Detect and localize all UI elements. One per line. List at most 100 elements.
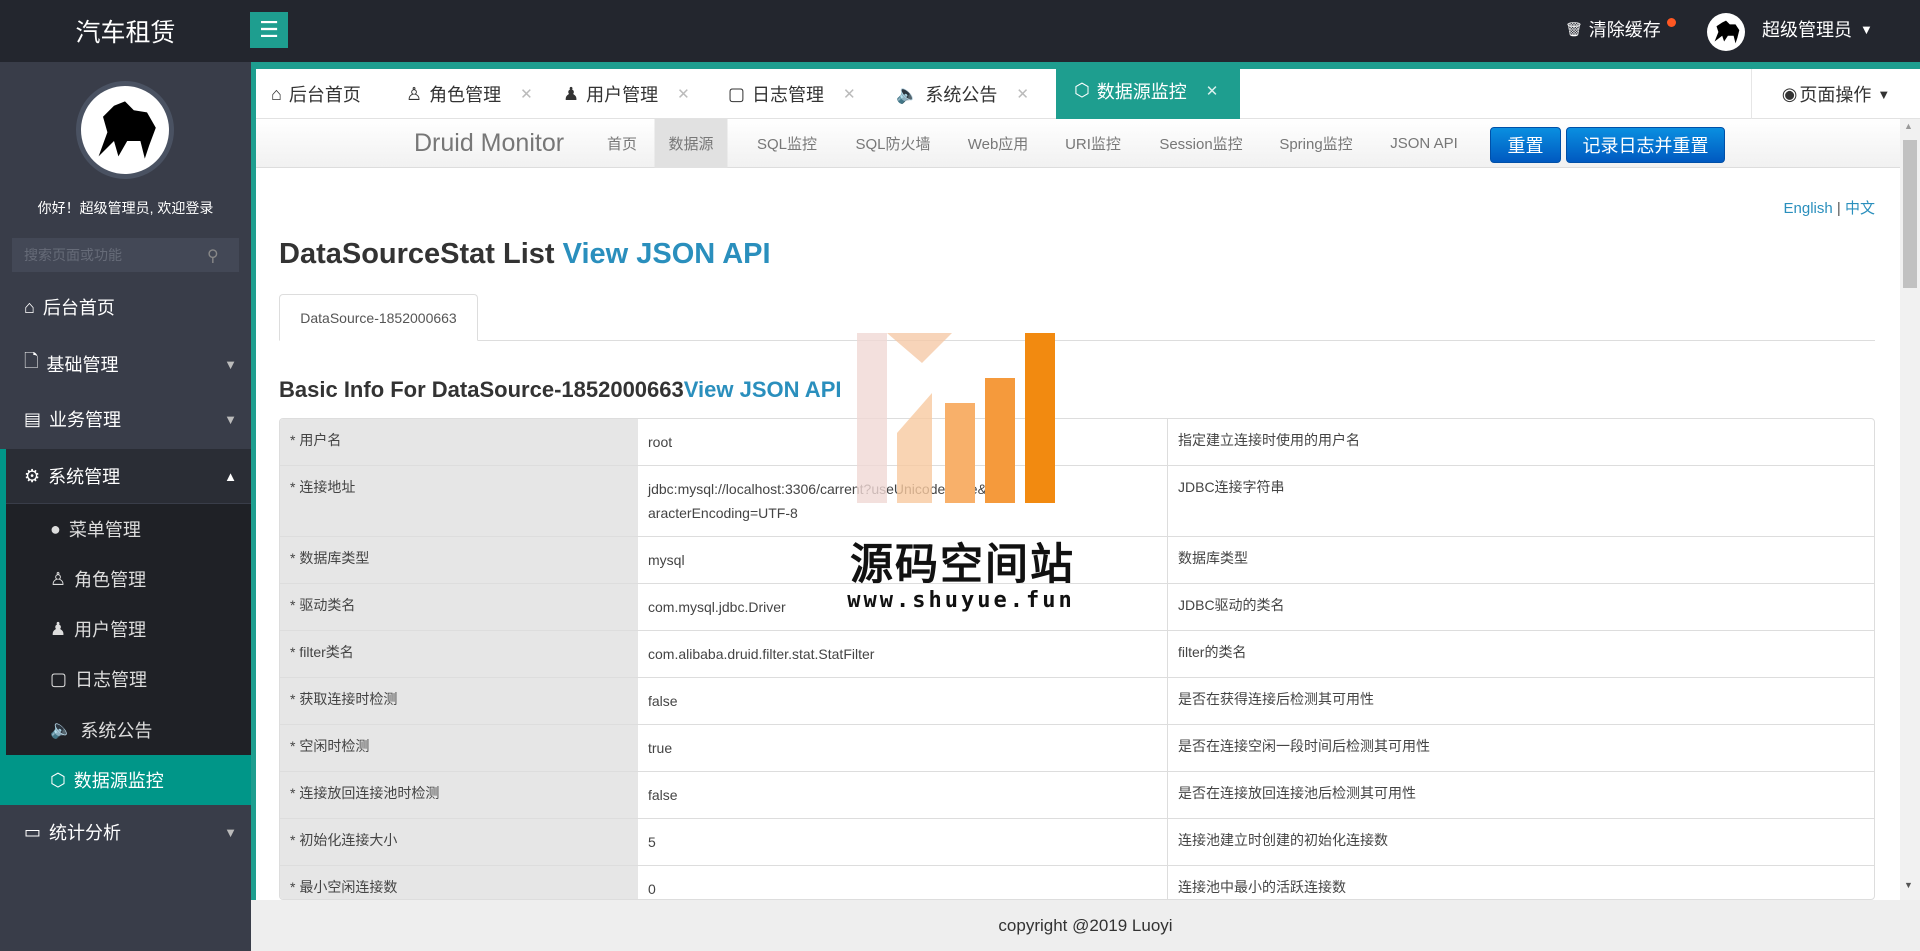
caret-down-icon: ▼ xyxy=(1860,21,1873,37)
sidebar-avatar xyxy=(76,81,174,179)
user-menu[interactable]: 超级管理员 ▼ xyxy=(1762,0,1873,58)
content-frame-border xyxy=(251,119,256,951)
sidebar-item-basic[interactable]: 🗋 基础管理 ▼ xyxy=(0,337,251,391)
druid-nav-uri[interactable]: URI监控 xyxy=(1051,119,1135,168)
close-icon[interactable]: ✕ xyxy=(1206,82,1219,100)
table-row: * 连接放回连接池时检测 false 是否在连接放回连接池后检测其可用性 xyxy=(280,771,1874,818)
caret-down-icon: ▼ xyxy=(224,411,237,427)
row-description: JDBC驱动的类名 xyxy=(1167,584,1874,630)
user-avatar[interactable] xyxy=(1707,13,1745,51)
druid-nav-home[interactable]: 首页 xyxy=(593,119,651,168)
row-description: 是否在连接放回连接池后检测其可用性 xyxy=(1167,772,1874,818)
speaker-icon: 🔈 xyxy=(896,83,919,104)
tab-user[interactable]: ♟ 用户管理 ✕ xyxy=(549,69,714,119)
close-icon[interactable]: ✕ xyxy=(520,85,533,103)
sidebar-subitem-notice[interactable]: 🔈 系统公告 xyxy=(6,704,251,755)
close-icon[interactable]: ✕ xyxy=(843,85,856,103)
reset-button[interactable]: 重置 xyxy=(1490,127,1561,163)
row-value: false xyxy=(648,693,678,709)
heading-text: Basic Info For DataSource-1852000663 xyxy=(279,377,684,402)
user-icon: ♙ xyxy=(50,568,67,589)
sidebar-item-label: 系统公告 xyxy=(80,720,153,741)
row-description: 连接池建立时创建的初始化连接数 xyxy=(1167,819,1874,865)
table-row: * 初始化连接大小 5 连接池建立时创建的初始化连接数 xyxy=(280,818,1874,865)
row-label: * 用户名 xyxy=(280,419,638,465)
druid-nav-web[interactable]: Web应用 xyxy=(954,119,1043,168)
scrollbar-thumb[interactable] xyxy=(1903,140,1917,288)
page-operations-dropdown[interactable]: ◉ 页面操作 ▼ xyxy=(1751,69,1920,119)
clear-cache-label: 清除缓存 xyxy=(1588,20,1661,40)
page-operations-label: 页面操作 xyxy=(1799,85,1872,105)
users-icon: ♟ xyxy=(50,618,67,639)
sidebar-item-label: 日志管理 xyxy=(75,670,148,690)
sidebar-item-label: 系统管理 xyxy=(48,467,121,487)
druid-title[interactable]: Druid Monitor xyxy=(414,119,564,168)
sidebar-item-label: 基础管理 xyxy=(46,355,119,375)
heading-text: DataSourceStat List xyxy=(279,238,563,270)
sidebar-subitem-role[interactable]: ♙ 角色管理 xyxy=(6,554,251,604)
note-icon: ▢ xyxy=(50,668,68,689)
row-description: filter的类名 xyxy=(1167,631,1874,677)
table-row: * 空闲时检测 true 是否在连接空闲一段时间后检测其可用性 xyxy=(280,724,1874,771)
table-row: * 获取连接时检测 false 是否在获得连接后检测其可用性 xyxy=(280,677,1874,724)
close-icon[interactable]: ✕ xyxy=(1016,85,1029,103)
row-description: 数据库类型 xyxy=(1167,537,1874,583)
tab-log[interactable]: ▢ 日志管理 ✕ xyxy=(714,69,882,119)
gear-icon: ⚙ xyxy=(24,465,41,486)
clear-cache-button[interactable]: 🗑 清除缓存 xyxy=(1565,0,1676,58)
row-label: * 数据库类型 xyxy=(280,537,638,583)
row-value: true xyxy=(648,740,673,756)
home-icon: ⌂ xyxy=(271,83,282,104)
table-row: * 连接地址 jdbc:mysql://localhost:3306/carren… xyxy=(280,465,1874,536)
sidebar-item-business[interactable]: ▤ 业务管理 ▼ xyxy=(0,392,251,446)
druid-nav-json[interactable]: JSON API xyxy=(1376,119,1472,168)
watermark-title: 源码空间站 xyxy=(850,541,1075,589)
view-json-api-link[interactable]: View JSON API xyxy=(563,238,771,270)
tab-label: 日志管理 xyxy=(752,85,825,105)
basic-info-heading: Basic Info For DataSource-1852000663View… xyxy=(279,377,841,403)
close-icon[interactable]: ✕ xyxy=(677,85,690,103)
scroll-up-icon[interactable]: ▲ xyxy=(1904,121,1913,131)
log-and-reset-button[interactable]: 记录日志并重置 xyxy=(1566,127,1725,163)
sidebar-item-label: 角色管理 xyxy=(74,570,147,590)
lang-english-link[interactable]: English xyxy=(1784,200,1833,217)
sidebar-item-stats[interactable]: ▭ 统计分析 ▼ xyxy=(0,805,251,859)
druid-nav-datasource[interactable]: 数据源 xyxy=(654,119,728,168)
sidebar-subitem-log[interactable]: ▢ 日志管理 xyxy=(6,654,251,704)
druid-nav-session[interactable]: Session监控 xyxy=(1145,119,1256,168)
table-row: * 数据库类型 mysql 数据库类型 xyxy=(280,536,1874,583)
caret-down-icon: ▼ xyxy=(224,356,237,372)
tab-notice[interactable]: 🔈 系统公告 ✕ xyxy=(882,69,1056,119)
note-icon: ▢ xyxy=(728,83,746,104)
druid-nav-sql[interactable]: SQL监控 xyxy=(743,119,831,168)
tab-home[interactable]: ⌂ 后台首页 xyxy=(257,69,392,119)
search-icon[interactable]: ⚲ xyxy=(207,246,219,266)
watermark-logo xyxy=(857,333,1055,503)
row-description: 是否在获得连接后检测其可用性 xyxy=(1167,678,1874,724)
sidebar-item-home[interactable]: ⌂ 后台首页 xyxy=(0,280,251,334)
menu-toggle-button[interactable]: ☰ xyxy=(250,12,288,48)
tab-role[interactable]: ♙ 角色管理 ✕ xyxy=(392,69,549,119)
sidebar-item-label: 菜单管理 xyxy=(68,520,141,540)
sidebar-subitem-user[interactable]: ♟ 用户管理 xyxy=(6,604,251,654)
basic-view-json-api-link[interactable]: View JSON API xyxy=(684,377,842,402)
sidebar-item-label: 业务管理 xyxy=(49,410,122,430)
caret-down-icon: ▼ xyxy=(1877,86,1891,102)
sidebar-item-system[interactable]: ⚙ 系统管理 ▲ xyxy=(0,449,251,503)
datasource-tab[interactable]: DataSource-1852000663 xyxy=(279,294,478,341)
caret-down-icon: ▼ xyxy=(224,824,237,840)
row-description: JDBC连接字符串 xyxy=(1167,466,1874,536)
row-label: * 连接地址 xyxy=(280,466,638,536)
sidebar-subitem-datasource[interactable]: ⬡ 数据源监控 xyxy=(0,755,251,805)
tab-datasource[interactable]: ⬡ 数据源监控 ✕ xyxy=(1056,62,1240,119)
scroll-down-icon[interactable]: ▼ xyxy=(1904,880,1913,890)
target-icon: ◉ xyxy=(1781,83,1798,104)
druid-nav-wall[interactable]: SQL防火墙 xyxy=(841,119,944,168)
sidebar-search-input[interactable] xyxy=(12,238,239,272)
sidebar-subitem-menu[interactable]: ● 菜单管理 xyxy=(6,504,251,554)
user-icon: ♙ xyxy=(406,83,423,104)
lang-separator: | xyxy=(1836,200,1841,217)
druid-nav-spring[interactable]: Spring监控 xyxy=(1265,119,1366,168)
lang-chinese-link[interactable]: 中文 xyxy=(1845,200,1875,217)
row-label: * 空闲时检测 xyxy=(280,725,638,771)
